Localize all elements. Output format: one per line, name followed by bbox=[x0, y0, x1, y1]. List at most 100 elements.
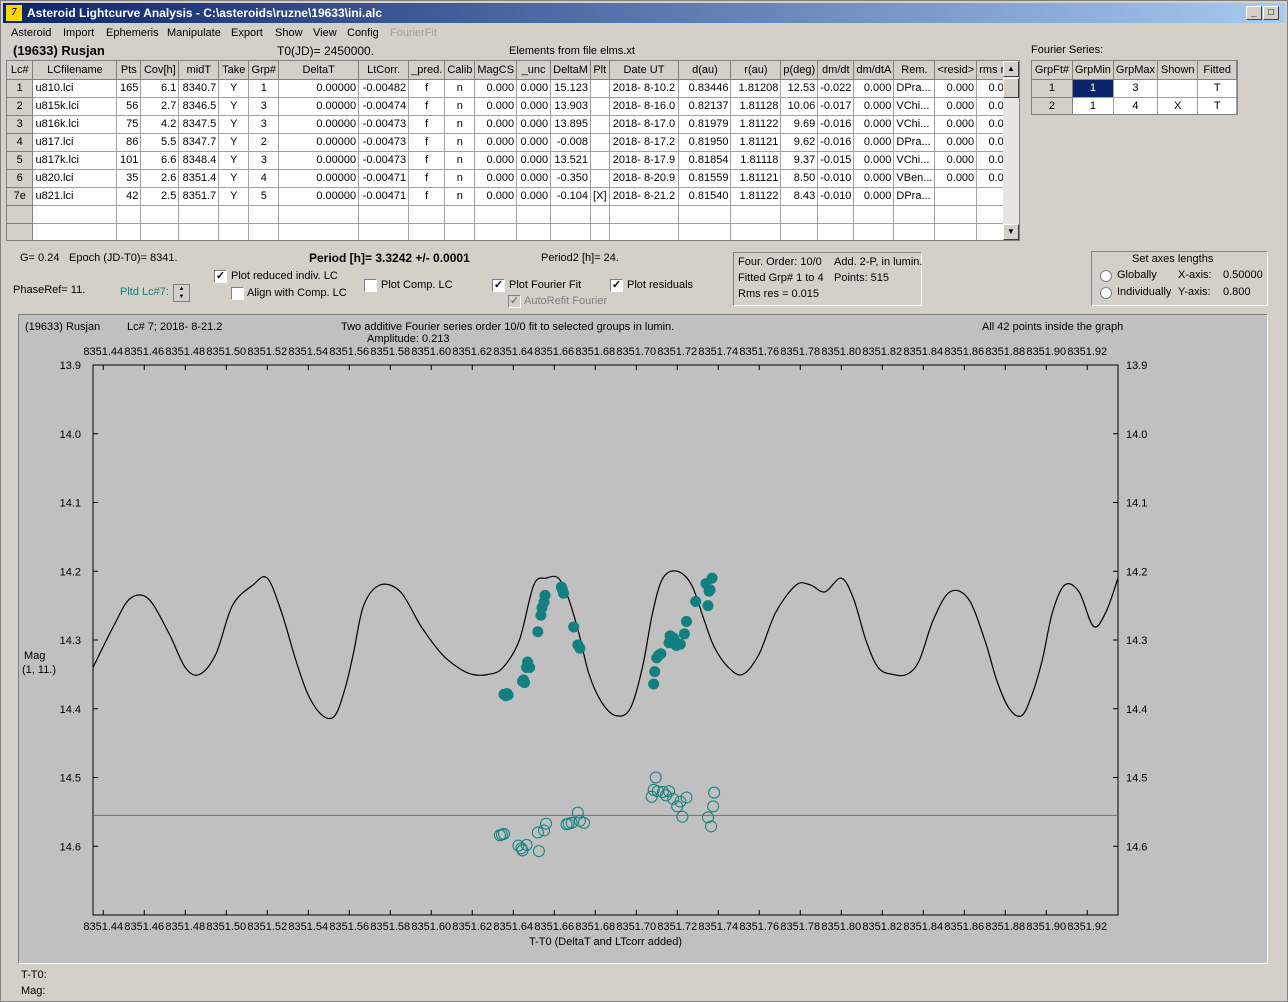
column-header[interactable]: Grp# bbox=[248, 61, 280, 80]
column-header[interactable]: Calib bbox=[444, 61, 476, 80]
align-comp-checkbox[interactable] bbox=[231, 287, 244, 300]
table-cell[interactable] bbox=[278, 205, 360, 224]
table-cell[interactable]: 0.000 bbox=[474, 79, 518, 98]
table-cell[interactable] bbox=[590, 205, 610, 224]
table-row[interactable]: 1 u810.lci 165 6.1 8340.7 Y 1 0.00000 -0.00482 f n… bbox=[7, 79, 1019, 98]
table-cell[interactable]: 3 bbox=[248, 97, 280, 116]
table-cell[interactable] bbox=[248, 205, 280, 224]
phaseref-value[interactable]: PhaseRef= 11. bbox=[13, 284, 85, 296]
table-cell[interactable] bbox=[516, 223, 552, 240]
table-cell[interactable]: 0.000 bbox=[934, 133, 978, 152]
table-cell[interactable]: Y bbox=[218, 187, 250, 206]
table-cell[interactable]: 0.82137 bbox=[678, 97, 732, 116]
table-cell[interactable]: 5 bbox=[248, 187, 280, 206]
table-cell[interactable]: 0.83446 bbox=[678, 79, 732, 98]
column-header[interactable]: LCfilename bbox=[32, 61, 118, 80]
table-cell[interactable]: n bbox=[444, 187, 476, 206]
menu-export[interactable]: Export bbox=[231, 27, 263, 39]
table-row[interactable]: 7e u821.lci 42 2.5 8351.7 Y 5 0.00000 -0.00471 f n… bbox=[7, 187, 1019, 206]
table-cell[interactable]: f bbox=[408, 151, 446, 170]
table-cell[interactable]: 1 bbox=[248, 79, 280, 98]
table-cell[interactable] bbox=[140, 223, 180, 240]
table-cell[interactable]: -0.104 bbox=[550, 187, 592, 206]
column-header[interactable]: p(deg) bbox=[780, 61, 819, 80]
table-cell[interactable]: 101 bbox=[116, 151, 142, 170]
table-cell[interactable]: -0.010 bbox=[817, 169, 855, 188]
table-cell[interactable]: 2018- 8-17.9 bbox=[609, 151, 680, 170]
column-header[interactable]: midT bbox=[178, 61, 220, 80]
table-cell[interactable]: 3 bbox=[7, 115, 34, 134]
globally-radio[interactable] bbox=[1100, 270, 1112, 282]
table-cell[interactable]: 0.00000 bbox=[278, 151, 360, 170]
table-cell[interactable]: 75 bbox=[116, 115, 142, 134]
table-cell[interactable]: 3 bbox=[248, 151, 280, 170]
column-header[interactable]: _pred. bbox=[408, 61, 446, 80]
table-cell[interactable]: 13.895 bbox=[550, 115, 592, 134]
table-cell[interactable]: 0.000 bbox=[934, 115, 978, 134]
table-cell[interactable]: 2.7 bbox=[140, 97, 180, 116]
table-cell[interactable]: u820.lci bbox=[32, 169, 118, 188]
menu-fourierfit[interactable]: FourierFit bbox=[390, 27, 437, 39]
column-header[interactable]: Cov[h] bbox=[140, 61, 180, 80]
table-cell[interactable] bbox=[408, 223, 446, 240]
table-cell[interactable]: 0.000 bbox=[853, 79, 895, 98]
table-cell[interactable] bbox=[516, 205, 552, 224]
table-cell[interactable]: 9.37 bbox=[780, 151, 819, 170]
table-cell[interactable] bbox=[678, 223, 732, 240]
table-cell[interactable]: f bbox=[408, 115, 446, 134]
fourier-cell[interactable]: 4 bbox=[1113, 97, 1159, 114]
table-cell[interactable]: 1.81121 bbox=[730, 169, 782, 188]
column-header[interactable]: LtCorr. bbox=[358, 61, 410, 80]
table-cell[interactable]: -0.010 bbox=[817, 187, 855, 206]
table-cell[interactable]: Y bbox=[218, 169, 250, 188]
fourier-column-header[interactable]: Shown bbox=[1157, 61, 1199, 80]
column-header[interactable]: MagCS bbox=[474, 61, 518, 80]
table-cell[interactable]: 1.81128 bbox=[730, 97, 782, 116]
table-cell[interactable] bbox=[218, 205, 250, 224]
plot-frame[interactable] bbox=[92, 364, 1119, 916]
table-cell[interactable]: 2 bbox=[248, 133, 280, 152]
table-cell[interactable]: 2018- 8-10.2 bbox=[609, 79, 680, 98]
table-cell[interactable]: 0.000 bbox=[516, 187, 552, 206]
table-cell[interactable]: -0.350 bbox=[550, 169, 592, 188]
plot-reduced-checkbox[interactable]: ✓ bbox=[214, 270, 227, 283]
table-cell[interactable]: 1.81122 bbox=[730, 115, 782, 134]
table-cell[interactable]: 12.53 bbox=[780, 79, 819, 98]
lc-spinner[interactable]: ▲ ▼ bbox=[173, 284, 190, 302]
plot-panel[interactable]: (19633) Rusjan Lc# 7; 2018- 8-21.2 Two add… bbox=[18, 314, 1268, 964]
table-cell[interactable] bbox=[444, 223, 476, 240]
fourier-cell[interactable] bbox=[1157, 79, 1199, 98]
lightcurve-table[interactable]: Lc# LCfilename Pts Cov[h] midT Take Grp# DeltaT… bbox=[6, 60, 1020, 241]
table-cell[interactable]: 0.81540 bbox=[678, 187, 732, 206]
table-cell[interactable] bbox=[474, 205, 518, 224]
plot-residuals-checkbox[interactable]: ✓ bbox=[610, 279, 623, 292]
table-cell[interactable] bbox=[934, 187, 978, 206]
menu-import[interactable]: Import bbox=[63, 27, 94, 39]
table-cell[interactable]: 0.00000 bbox=[278, 97, 360, 116]
table-cell[interactable] bbox=[780, 223, 819, 240]
table-cell[interactable]: f bbox=[408, 169, 446, 188]
table-cell[interactable] bbox=[609, 223, 680, 240]
table-cell[interactable]: 2018- 8-21.2 bbox=[609, 187, 680, 206]
title-bar[interactable]: 7 Asteroid Lightcurve Analysis - C:\aste… bbox=[3, 3, 1285, 23]
table-cell[interactable]: 0.000 bbox=[516, 79, 552, 98]
table-cell[interactable]: 0.000 bbox=[516, 151, 552, 170]
table-row[interactable]: 4 u817.lci 86 5.5 8347.7 Y 2 0.00000 -0.00473 f n 0… bbox=[7, 133, 1019, 152]
table-cell[interactable]: -0.016 bbox=[817, 115, 855, 134]
table-cell[interactable]: Y bbox=[218, 97, 250, 116]
table-cell[interactable] bbox=[178, 205, 220, 224]
table-cell[interactable]: 2.6 bbox=[140, 169, 180, 188]
table-cell[interactable] bbox=[817, 223, 855, 240]
table-cell[interactable]: 4 bbox=[7, 133, 34, 152]
table-cell[interactable]: 6.1 bbox=[140, 79, 180, 98]
table-cell[interactable] bbox=[590, 115, 610, 134]
table-cell[interactable] bbox=[278, 223, 360, 240]
table-cell[interactable]: 0.000 bbox=[853, 151, 895, 170]
table-cell[interactable] bbox=[730, 205, 782, 224]
scroll-down-arrow-icon[interactable]: ▼ bbox=[1003, 224, 1019, 240]
table-cell[interactable]: VBen... bbox=[893, 169, 936, 188]
table-cell[interactable]: 5 bbox=[7, 151, 34, 170]
column-header[interactable]: d(au) bbox=[678, 61, 732, 80]
table-cell[interactable]: f bbox=[408, 187, 446, 206]
table-cell[interactable] bbox=[248, 223, 280, 240]
